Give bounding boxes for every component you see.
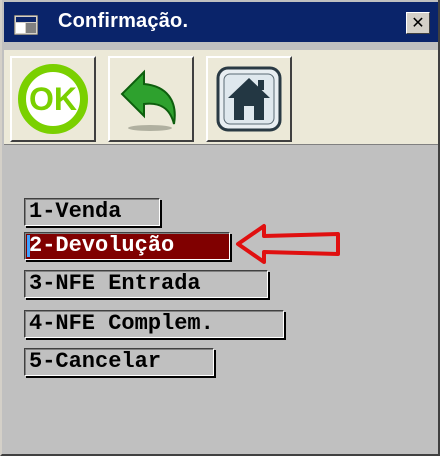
option-nfe-entrada[interactable]: 3-NFE Entrada [24, 270, 268, 298]
window-icon [14, 15, 38, 35]
title-bar[interactable]: Confirmação. ✕ [4, 2, 438, 42]
option-devolucao-label: 2-Devolução [29, 233, 175, 258]
option-cancelar[interactable]: 5-Cancelar [24, 348, 214, 376]
ok-button[interactable]: OK [10, 56, 96, 142]
text-cursor [27, 235, 30, 257]
back-button[interactable] [108, 56, 194, 142]
option-nfe-complem[interactable]: 4-NFE Complem. [24, 310, 284, 338]
undo-arrow-icon [120, 69, 176, 131]
option-devolucao[interactable]: 2-Devolução [24, 232, 230, 260]
home-button[interactable] [206, 56, 292, 142]
close-icon: ✕ [411, 13, 425, 32]
toolbar: OK [4, 50, 438, 145]
window-title: Confirmação. [58, 10, 189, 32]
home-icon [216, 66, 282, 132]
option-venda[interactable]: 1-Venda [24, 198, 160, 226]
ok-label: OK [29, 81, 77, 117]
ok-circle-icon: OK [18, 64, 88, 134]
red-arrow-left-icon [236, 224, 340, 264]
confirmation-window: Confirmação. ✕ OK 1-Venda 2-Devolução 3-… [0, 0, 440, 456]
close-button[interactable]: ✕ [406, 12, 430, 34]
